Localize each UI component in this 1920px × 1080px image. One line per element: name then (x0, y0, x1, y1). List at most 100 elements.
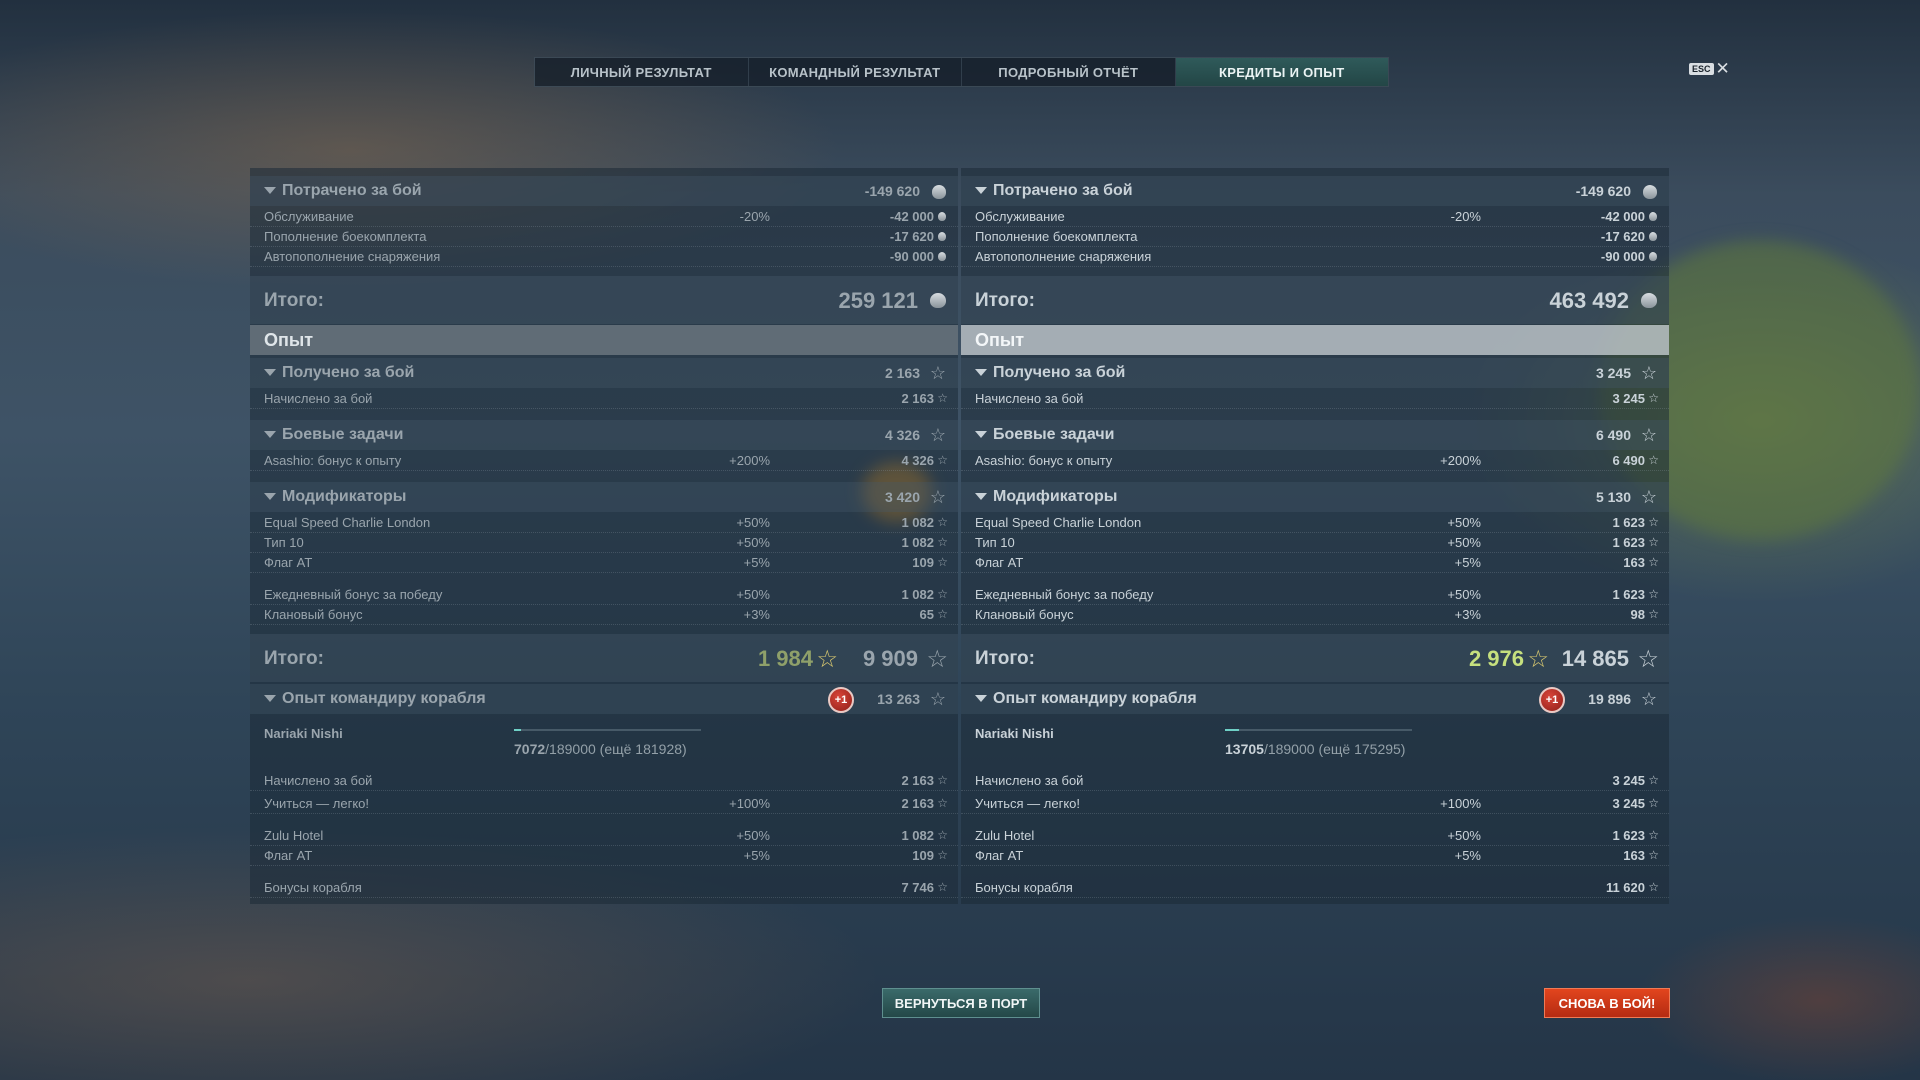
star-icon: ☆ (937, 587, 948, 601)
detail-label: Тип 10 (264, 535, 304, 550)
section-header[interactable]: Боевые задачи 6 490 ☆ (961, 420, 1669, 450)
detail-row: Автопополнение снаряжения -90 000 (961, 246, 1669, 267)
section-header[interactable]: Модификаторы 3 420 ☆ (250, 482, 958, 512)
left-results-panel: Потрачено за бой -149 620 Обслуживание -20%… (250, 168, 958, 904)
section-header-label: Получено за бой (282, 364, 415, 381)
commander-xp-header[interactable]: Опыт командиру корабля +1 19 896 ☆ (961, 684, 1669, 714)
credits-total-row: Итого: 463 492 (961, 276, 1669, 324)
star-icon: ☆ (926, 646, 948, 673)
section-header[interactable]: Боевые задачи 4 326 ☆ (250, 420, 958, 450)
section-header-value: 3 245 (1595, 365, 1631, 381)
detail-value: -90 000 (889, 249, 934, 264)
commander-xp-progress (1225, 729, 1412, 731)
detail-value: 3 245 (1612, 796, 1645, 811)
star-icon: ☆ (1648, 607, 1659, 621)
detail-percent: +50% (1447, 535, 1481, 550)
section-header-label: Получено за бой (993, 364, 1126, 381)
section-header-value: 6 490 (1595, 427, 1631, 443)
credits-icon (1649, 212, 1657, 221)
detail-label: Zulu Hotel (264, 828, 324, 843)
star-icon: ☆ (1648, 880, 1659, 894)
commander-xp-header[interactable]: Опыт командиру корабля +1 13 263 ☆ (250, 684, 958, 714)
battle-again-button[interactable]: СНОВА В БОЙ! (1544, 988, 1670, 1018)
detail-value: 1 082 (901, 515, 934, 530)
star-icon: ☆ (937, 607, 948, 621)
detail-row: Клановый бонус +3% 65 ☆ (250, 604, 958, 625)
star-icon: ☆ (1648, 515, 1659, 529)
section-header[interactable]: Модификаторы 5 130 ☆ (961, 482, 1669, 512)
detail-label: Обслуживание (264, 209, 354, 224)
detail-percent: +3% (1454, 607, 1481, 622)
detail-label: Начислено за бой (264, 391, 373, 406)
commander-xp-text: 13705/189000 (ещё 175295) (1225, 741, 1405, 757)
detail-row: Equal Speed Charlie London +50% 1 623 ☆ (961, 512, 1669, 533)
star-icon: ☆ (929, 363, 946, 383)
detail-label: Бонусы корабля (264, 880, 362, 895)
detail-value: 2 163 (901, 796, 934, 811)
detail-label: Флаг AT (264, 848, 313, 863)
xp-section-title: Опыт (264, 330, 314, 350)
total-label: Итого: (264, 290, 324, 311)
detail-label: Equal Speed Charlie London (264, 515, 431, 530)
chevron-down-icon (264, 695, 276, 702)
detail-label: Клановый бонус (975, 607, 1074, 622)
section-header-label: Потрачено за бой (282, 182, 422, 199)
credits-icon (930, 293, 946, 308)
star-icon: ☆ (1648, 535, 1659, 549)
tab-detailed-report[interactable]: ПОДРОБНЫЙ ОТЧЁТ (962, 58, 1176, 86)
chevron-down-icon (975, 493, 987, 500)
detail-label: Пополнение боекомплекта (975, 229, 1138, 244)
section-header-value: -149 620 (1575, 183, 1631, 199)
star-icon: ☆ (1640, 363, 1657, 383)
detail-row: Обслуживание -20% -42 000 (250, 206, 958, 227)
star-icon: ☆ (937, 535, 948, 549)
detail-value: 1 082 (901, 587, 934, 602)
xp-total-value: 9 909 (862, 646, 918, 671)
section-header-value: -149 620 (864, 183, 920, 199)
detail-percent: +50% (736, 587, 770, 602)
section-header[interactable]: Получено за бой 3 245 ☆ (961, 358, 1669, 388)
section-header[interactable]: Получено за бой 2 163 ☆ (250, 358, 958, 388)
detail-value: 163 (1623, 848, 1645, 863)
total-label: Итого: (975, 648, 1035, 669)
detail-label: Флаг AT (975, 848, 1024, 863)
tab-team-result[interactable]: КОМАНДНЫЙ РЕЗУЛЬТАТ (749, 58, 962, 86)
close-button[interactable]: ESC ✕ (1689, 60, 1730, 77)
detail-percent: -20% (739, 209, 770, 224)
tab-personal-result[interactable]: ЛИЧНЫЙ РЕЗУЛЬТАТ (535, 58, 749, 86)
detail-percent: +50% (1447, 587, 1481, 602)
xp-total-row: Итого: 1 984 ☆ 9 909 ☆ (250, 634, 958, 682)
star-icon: ☆ (1640, 487, 1657, 507)
detail-row: Ежедневный бонус за победу +50% 1 623 ☆ (961, 584, 1669, 605)
detail-value: 3 245 (1612, 773, 1645, 788)
section-header-label: Модификаторы (282, 488, 407, 505)
detail-value: -42 000 (889, 209, 934, 224)
detail-row: Клановый бонус +3% 98 ☆ (961, 604, 1669, 625)
chevron-down-icon (264, 187, 276, 194)
result-tabs: ЛИЧНЫЙ РЕЗУЛЬТАТ КОМАНДНЫЙ РЕЗУЛЬТАТ ПОД… (534, 57, 1389, 87)
detail-label: Флаг AT (975, 555, 1024, 570)
section-header[interactable]: Потрачено за бой -149 620 (961, 176, 1669, 206)
detail-percent: +100% (1440, 796, 1481, 811)
detail-value: 1 623 (1612, 828, 1645, 843)
star-icon: ☆ (937, 796, 948, 810)
chevron-down-icon (975, 187, 987, 194)
detail-label: Автопополнение снаряжения (264, 249, 441, 264)
section-header[interactable]: Потрачено за бой -149 620 (250, 176, 958, 206)
detail-row: Тип 10 +50% 1 623 ☆ (961, 532, 1669, 553)
star-icon: ☆ (1648, 848, 1659, 862)
detail-percent: +50% (1447, 828, 1481, 843)
commander-xp-max: /189000 (545, 741, 596, 757)
return-to-port-button[interactable]: ВЕРНУТЬСЯ В ПОРТ (882, 988, 1040, 1018)
section-header-value: 2 163 (884, 365, 920, 381)
detail-percent: +200% (729, 453, 770, 468)
detail-value: -17 620 (1600, 229, 1645, 244)
star-icon: ☆ (937, 848, 948, 862)
section-header-label: Опыт командиру корабля (282, 690, 486, 707)
section-header-value: 4 326 (884, 427, 920, 443)
xp-section-title: Опыт (975, 330, 1025, 350)
detail-percent: +50% (1447, 515, 1481, 530)
detail-row: Пополнение боекомплекта -17 620 (250, 226, 958, 247)
tab-credits-and-xp[interactable]: КРЕДИТЫ И ОПЫТ (1175, 58, 1388, 86)
detail-label: Обслуживание (975, 209, 1065, 224)
